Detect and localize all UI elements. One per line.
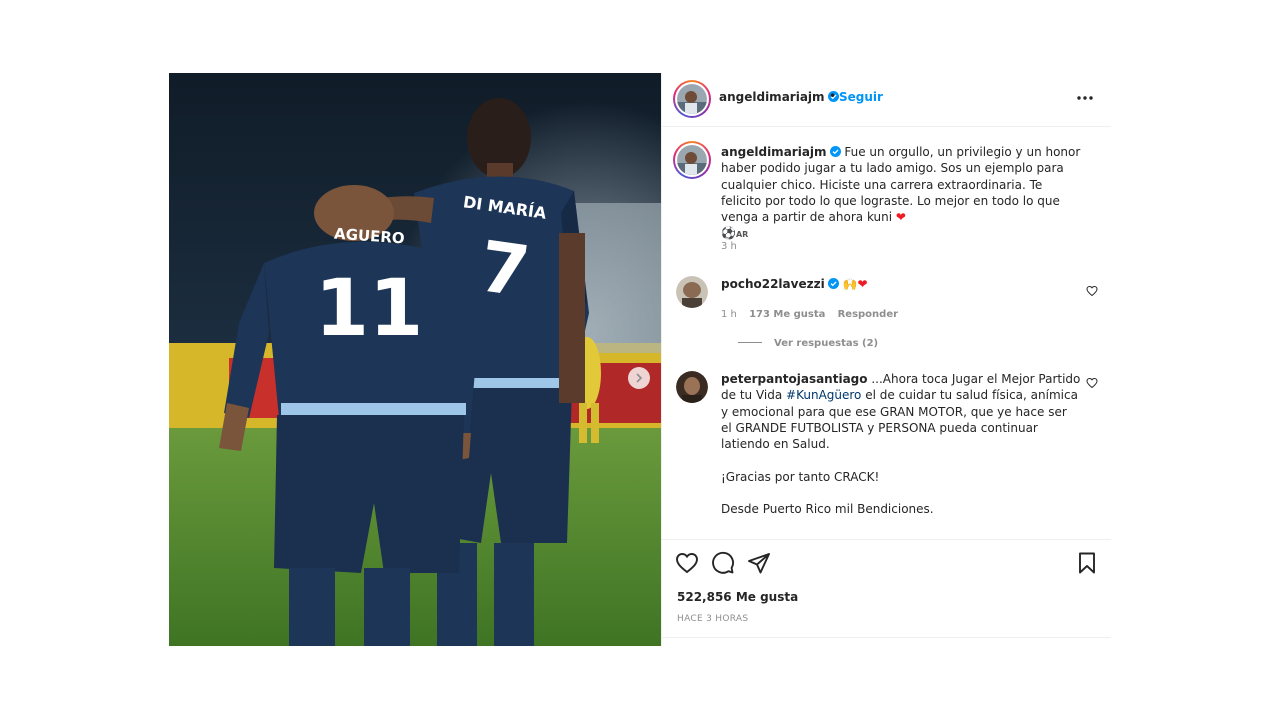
verified-badge-icon xyxy=(829,146,841,157)
jersey-left-number: 11 xyxy=(315,264,424,354)
likes-count[interactable]: 522,856 Me gusta xyxy=(677,590,798,604)
post-timestamp[interactable]: HACE 3 HORAS xyxy=(677,614,748,624)
soccer-ball-emoji: ⚽ xyxy=(721,226,736,241)
comment-item: pocho22lavezzi 🙌❤ 1 h 173 Me gusta Respo… xyxy=(676,276,1098,356)
follow-button[interactable]: Seguir xyxy=(839,90,883,104)
raised-hands-emoji: 🙌 xyxy=(842,277,858,291)
comment-avatar[interactable] xyxy=(676,371,708,403)
comment-likes[interactable]: 173 Me gusta xyxy=(749,309,825,320)
more-options-icon[interactable] xyxy=(1075,91,1095,105)
comment-like-heart-icon[interactable] xyxy=(1086,377,1098,389)
comment-time[interactable]: 1 h xyxy=(721,309,737,320)
verified-badge-icon xyxy=(827,278,839,289)
next-photo-button[interactable] xyxy=(628,367,650,389)
comment-avatar-image xyxy=(676,371,708,403)
view-replies-line xyxy=(738,342,762,343)
comment-item: peterpantojasantiago ...Ahora toca Jugar… xyxy=(676,371,1098,531)
post-side-panel: angeldimariajm • Seguir angeldimariajm F… xyxy=(661,73,1111,646)
caption-time: 3 h xyxy=(721,241,746,252)
flag-ar-emoji: AR xyxy=(735,230,749,240)
author-avatar[interactable] xyxy=(673,80,711,118)
heart-emoji: ❤ xyxy=(857,277,868,291)
post-header: angeldimariajm • Seguir xyxy=(662,73,1111,127)
comment-username[interactable]: peterpantojasantiago xyxy=(721,372,868,386)
author-avatar-image xyxy=(677,84,707,114)
comment-avatar[interactable] xyxy=(676,276,708,308)
chevron-right-icon xyxy=(636,373,643,383)
view-replies-button[interactable]: Ver respuestas (2) xyxy=(738,338,878,349)
post-photo-illustration: DI MARÍA 7 AGUERO 11 xyxy=(169,73,661,646)
comment-like-heart-icon[interactable] xyxy=(1086,285,1098,297)
comment-icon[interactable] xyxy=(711,551,735,575)
hashtag-link[interactable]: #KunAgüero xyxy=(786,388,861,402)
panel-bottom-divider xyxy=(662,637,1111,638)
post-caption: angeldimariajm Fue un orgullo, un privil… xyxy=(673,141,1096,254)
post-actions: 522,856 Me gusta HACE 3 HORAS xyxy=(662,539,1111,646)
caption-avatar-image xyxy=(677,145,707,175)
share-icon[interactable] xyxy=(747,551,771,575)
comment-avatar-image xyxy=(676,276,708,308)
reply-button[interactable]: Responder xyxy=(838,309,898,320)
comments-list[interactable]: angeldimariajm Fue un orgullo, un privil… xyxy=(662,128,1111,539)
view-replies-label: Ver respuestas (2) xyxy=(774,338,879,349)
author-username: angeldimariajm xyxy=(719,90,825,104)
heart-emoji: ❤ xyxy=(895,210,906,225)
instagram-post: DI MARÍA 7 AGUERO 11 angeldimariajm • Se… xyxy=(169,73,1111,646)
heart-icon[interactable] xyxy=(675,551,699,575)
caption-time-text[interactable]: 3 h xyxy=(721,241,737,252)
comment-meta: 1 h 173 Me gusta Responder xyxy=(721,309,907,320)
author-username-link[interactable]: angeldimariajm xyxy=(719,90,839,104)
bookmark-icon[interactable] xyxy=(1075,551,1099,575)
comment-body-line3: Desde Puerto Rico mil Bendiciones. xyxy=(721,502,934,517)
post-photo[interactable]: DI MARÍA 7 AGUERO 11 xyxy=(169,73,661,646)
header-separator: • xyxy=(829,89,837,103)
comment-text: peterpantojasantiago ...Ahora toca Jugar… xyxy=(721,371,1081,518)
caption-avatar[interactable] xyxy=(673,141,711,179)
caption-username[interactable]: angeldimariajm xyxy=(721,145,827,159)
comment-body-line2: ¡Gracias por tanto CRACK! xyxy=(721,469,880,484)
caption-text: angeldimariajm Fue un orgullo, un privil… xyxy=(721,144,1081,244)
comment-text: pocho22lavezzi 🙌❤ xyxy=(721,276,1081,292)
comment-username[interactable]: pocho22lavezzi xyxy=(721,277,825,291)
